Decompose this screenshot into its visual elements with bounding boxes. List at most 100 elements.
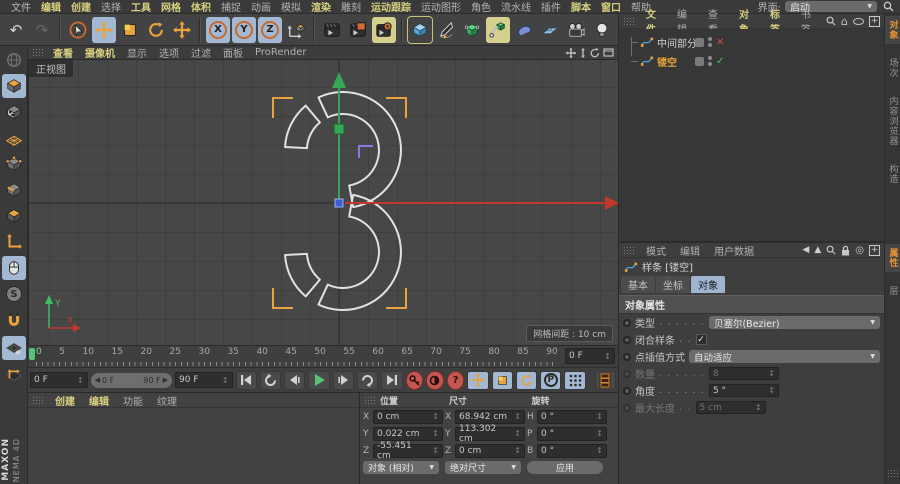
stepper-icon[interactable]: ↕ <box>592 412 603 421</box>
am-menu-mode[interactable]: 模式 <box>640 243 672 258</box>
menu-tools[interactable]: 工具 <box>126 0 156 14</box>
menu-edit[interactable]: 编辑 <box>36 0 66 14</box>
next-frame-button[interactable] <box>332 370 354 390</box>
lock-icon[interactable] <box>841 245 850 256</box>
polygons-mode-button[interactable] <box>2 204 26 228</box>
maximum-length-field[interactable]: 5 cm ↕ <box>695 401 766 414</box>
search-icon[interactable] <box>883 1 894 12</box>
key-pla-button[interactable] <box>564 370 586 390</box>
history-up-icon[interactable]: ▲ <box>814 245 821 255</box>
pos-z-field[interactable]: -55.451 cm ↕ <box>373 441 443 461</box>
panel-grip[interactable] <box>623 245 634 255</box>
pos-x-field[interactable]: 0 cm ↕ <box>373 409 443 424</box>
tab-objects[interactable]: 对象 <box>885 16 900 44</box>
panel-grip[interactable] <box>623 16 634 26</box>
menu-script[interactable]: 脚本 <box>566 0 596 14</box>
layer-square-icon[interactable] <box>695 37 704 47</box>
vp-menu-cameras[interactable]: 摄像机 <box>79 45 121 60</box>
stepper-icon[interactable]: ↕ <box>428 412 439 421</box>
x-axis-gizmo[interactable] <box>345 196 618 210</box>
rot-h-field[interactable]: 0 ° ↕ <box>537 409 607 424</box>
z-axis-lock-button[interactable]: Z <box>258 16 282 43</box>
simulation-button[interactable]: S <box>2 282 26 306</box>
tab-basic[interactable]: 基本 <box>621 276 655 293</box>
stepper-icon[interactable]: ↕ <box>751 403 762 412</box>
pan-view-icon[interactable] <box>566 47 576 58</box>
key-rotation-button[interactable] <box>515 370 538 390</box>
layer-square-icon[interactable] <box>695 56 704 66</box>
snap-magnet-button[interactable] <box>2 308 26 332</box>
redo-button[interactable]: ↷ <box>30 17 54 43</box>
size-z-field[interactable]: 0 cm ↕ <box>455 443 525 458</box>
tab-takes[interactable]: 场次 <box>885 54 900 82</box>
menu-create[interactable]: 创建 <box>66 0 96 14</box>
mat-menu-function[interactable]: 功能 <box>117 393 149 408</box>
record-keyframe-button[interactable] <box>405 370 424 390</box>
mat-menu-texture[interactable]: 纹理 <box>151 393 183 408</box>
object-list[interactable]: 中间部分 ✕ 镂空 ✓ <box>619 29 884 242</box>
coordinate-system-button[interactable] <box>284 17 308 43</box>
keyframe-dot-icon[interactable] <box>623 369 631 378</box>
menu-select[interactable]: 选择 <box>96 0 126 14</box>
render-picture-viewer-button[interactable] <box>346 17 370 43</box>
stepper-icon[interactable]: ↕ <box>428 429 439 438</box>
mat-menu-create[interactable]: 创建 <box>49 393 81 408</box>
mat-menu-edit[interactable]: 编辑 <box>83 393 115 408</box>
material-list-empty[interactable] <box>28 408 359 484</box>
point-handle[interactable] <box>358 145 373 158</box>
enable-snap-button[interactable]: e <box>2 336 26 360</box>
object-name[interactable]: 中间部分 <box>654 35 697 50</box>
type-dropdown[interactable]: 贝塞尔(Bezier) ▼ <box>708 316 880 330</box>
menu-mograph[interactable]: 运动图形 <box>416 0 466 14</box>
rotate-view-icon[interactable] <box>590 47 600 58</box>
menu-window[interactable]: 窗口 <box>596 0 626 14</box>
y-axis-lock-button[interactable]: Y <box>232 16 256 43</box>
key-parameter-button[interactable]: P <box>540 370 562 390</box>
tab-content-browser[interactable]: 内容浏览器 <box>885 92 900 150</box>
play-button[interactable] <box>308 370 330 390</box>
panel-grip[interactable] <box>32 48 43 57</box>
render-view-button[interactable] <box>320 17 344 43</box>
stepper-icon[interactable]: ↕ <box>218 376 229 385</box>
viewport-solo-button[interactable] <box>2 256 26 280</box>
object-origin-handle[interactable] <box>334 198 344 208</box>
add-cube-button[interactable] <box>407 15 433 44</box>
frame-range-slider[interactable]: ◀ 0 F 90 F ▶ <box>90 372 172 388</box>
intermediate-points-dropdown[interactable]: 自动适应 ▼ <box>689 350 880 364</box>
stepper-icon[interactable]: ↕ <box>592 429 603 438</box>
undo-button[interactable]: ↶ <box>4 17 28 43</box>
subdivision-surface-button[interactable] <box>460 17 484 43</box>
floor-environment-button[interactable] <box>538 17 562 43</box>
stepper-icon[interactable]: ↕ <box>73 376 84 385</box>
range-right-icon[interactable]: ▶ <box>163 376 168 384</box>
object-row-cutout[interactable]: 镂空 ✓ <box>619 53 884 69</box>
rotate-tool-button[interactable] <box>144 17 168 43</box>
workplane-mode-button[interactable] <box>2 126 26 150</box>
autokey-button[interactable] <box>426 370 444 390</box>
stepper-icon[interactable]: ↕ <box>510 446 521 455</box>
menu-simulate[interactable]: 模拟 <box>276 0 306 14</box>
tab-structure[interactable]: 构造 <box>885 160 900 188</box>
add-bookmark-icon[interactable]: + <box>869 15 880 27</box>
menu-snap[interactable]: 捕捉 <box>216 0 246 14</box>
camera-button[interactable] <box>564 17 588 43</box>
maximize-view-icon[interactable] <box>603 48 614 57</box>
menu-mesh[interactable]: 网格 <box>156 0 186 14</box>
keyframe-dot-icon[interactable] <box>623 403 631 412</box>
pos-y-field[interactable]: 0.022 cm ↕ <box>373 426 443 441</box>
menu-volume[interactable]: 体积 <box>186 0 216 14</box>
search-icon[interactable] <box>826 16 836 26</box>
viewport-canvas[interactable]: 正视图 Y X 网格间距: 10 cm <box>28 60 618 345</box>
menu-render[interactable]: 渲染 <box>306 0 336 14</box>
vp-menu-view[interactable]: 查看 <box>47 45 79 60</box>
object-axis-mode-button[interactable] <box>2 230 26 254</box>
visibility-dots[interactable] <box>708 56 712 66</box>
angle-field[interactable]: 5 ° ↕ <box>708 384 779 397</box>
edges-mode-button[interactable] <box>2 178 26 202</box>
sweep-generator-button[interactable] <box>486 16 510 43</box>
rot-b-field[interactable]: 0 ° ↕ <box>537 443 607 458</box>
light-button[interactable] <box>590 17 614 43</box>
move-tool-button[interactable] <box>92 16 116 43</box>
menu-animate[interactable]: 动画 <box>246 0 276 14</box>
range-left-icon[interactable]: ◀ <box>95 376 100 384</box>
